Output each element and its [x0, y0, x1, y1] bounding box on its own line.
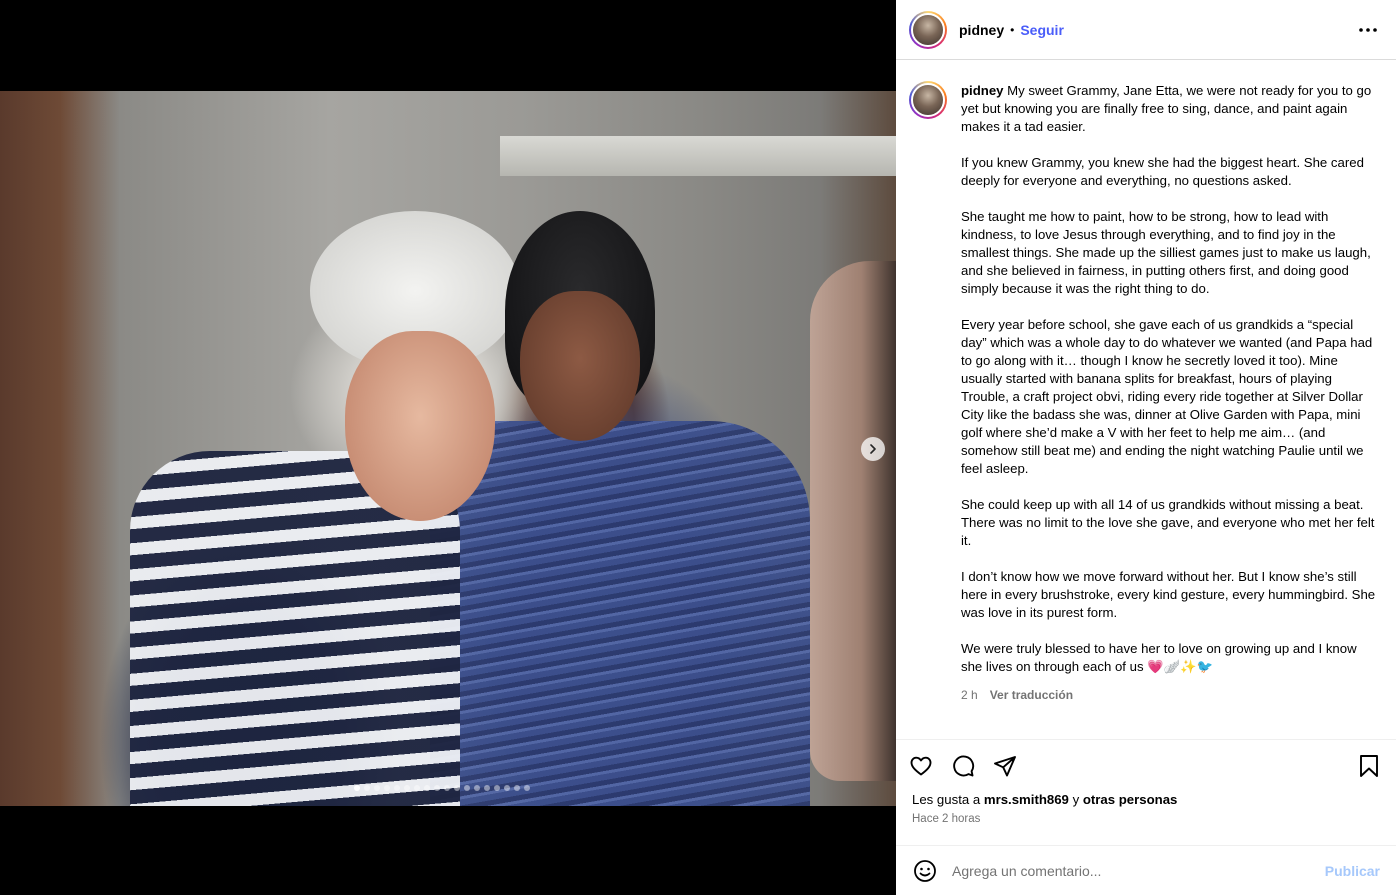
photo-blue-shawl	[430, 421, 810, 806]
photo-face-right	[520, 291, 640, 441]
carousel-dot	[404, 785, 410, 791]
comment-icon	[953, 755, 975, 777]
like-button[interactable]	[908, 753, 934, 779]
comment-bar: Publicar	[896, 845, 1396, 895]
emoji-button[interactable]	[912, 858, 938, 884]
carousel-dot	[504, 785, 510, 791]
save-button[interactable]	[1356, 753, 1382, 779]
carousel-dot	[374, 785, 380, 791]
heart-icon	[910, 756, 932, 776]
caption-paragraph: Every year before school, she gave each …	[961, 317, 1373, 476]
caption-avatar[interactable]	[909, 81, 947, 119]
comments-section: pidney My sweet Grammy, Jane Etta, we we…	[896, 60, 1396, 740]
likes-summary: Les gusta a mrs.smith869 y otras persona…	[912, 792, 1178, 807]
liker-username[interactable]: mrs.smith869	[984, 792, 1069, 807]
carousel-dot	[414, 785, 420, 791]
publish-button[interactable]: Publicar	[1325, 863, 1380, 879]
carousel-dot	[424, 785, 430, 791]
others-link[interactable]: otras personas	[1083, 792, 1178, 807]
header-separator: •	[1010, 22, 1015, 37]
photo-face-left	[345, 331, 495, 521]
chevron-right-icon	[870, 444, 876, 454]
photo-background-person	[810, 261, 896, 781]
avatar[interactable]	[909, 10, 947, 49]
carousel-dot	[514, 785, 520, 791]
post-photo[interactable]	[0, 91, 896, 806]
caption-paragraph: If you knew Grammy, you knew she had the…	[961, 155, 1364, 188]
carousel-dot	[434, 785, 440, 791]
carousel-dot	[394, 785, 400, 791]
photo-roof	[500, 136, 896, 176]
carousel-dot	[484, 785, 490, 791]
bookmark-icon	[1360, 755, 1378, 777]
more-options-button[interactable]	[1356, 18, 1380, 42]
post-timestamp[interactable]: Hace 2 horas	[896, 807, 1396, 825]
post-header: pidney • Seguir	[896, 0, 1396, 60]
caption-paragraph: She taught me how to paint, how to be st…	[961, 209, 1371, 296]
header-username[interactable]: pidney	[959, 22, 1004, 38]
caption-meta: 2 h Ver traducción	[961, 686, 1380, 704]
carousel-next-button[interactable]	[861, 437, 885, 461]
smiley-icon	[914, 859, 936, 882]
carousel-dot	[354, 785, 360, 791]
carousel-dot	[384, 785, 390, 791]
caption-paragraph: We were truly blessed to have her to lov…	[961, 641, 1357, 674]
caption-paragraph: pidney My sweet Grammy, Jane Etta, we we…	[961, 83, 1372, 134]
follow-button[interactable]: Seguir	[1020, 22, 1064, 38]
carousel-indicator	[0, 785, 896, 791]
share-button[interactable]	[992, 753, 1018, 779]
carousel-dot	[464, 785, 470, 791]
send-icon	[994, 756, 1016, 777]
see-translation-link[interactable]: Ver traducción	[990, 686, 1073, 704]
caption-paragraph: She could keep up with all 14 of us gran…	[961, 497, 1375, 548]
carousel-dot	[494, 785, 500, 791]
action-bar	[896, 740, 1396, 792]
caption: pidney My sweet Grammy, Jane Etta, we we…	[961, 82, 1380, 723]
carousel-dot	[444, 785, 450, 791]
carousel-dot	[524, 785, 530, 791]
carousel-dot	[474, 785, 480, 791]
post-modal: pidney • Seguir pidney My sweet Grammy, …	[0, 0, 1396, 895]
caption-time: 2 h	[961, 688, 978, 702]
comment-button[interactable]	[950, 753, 976, 779]
comment-input[interactable]	[952, 862, 1325, 879]
caption-paragraph: I don’t know how we move forward without…	[961, 569, 1376, 620]
post-side-panel: pidney • Seguir pidney My sweet Grammy, …	[896, 0, 1396, 895]
carousel-dot	[364, 785, 370, 791]
media-panel	[0, 0, 896, 895]
carousel-dot	[454, 785, 460, 791]
more-horizontal-icon	[1359, 27, 1377, 32]
caption-username[interactable]: pidney	[961, 83, 1004, 98]
